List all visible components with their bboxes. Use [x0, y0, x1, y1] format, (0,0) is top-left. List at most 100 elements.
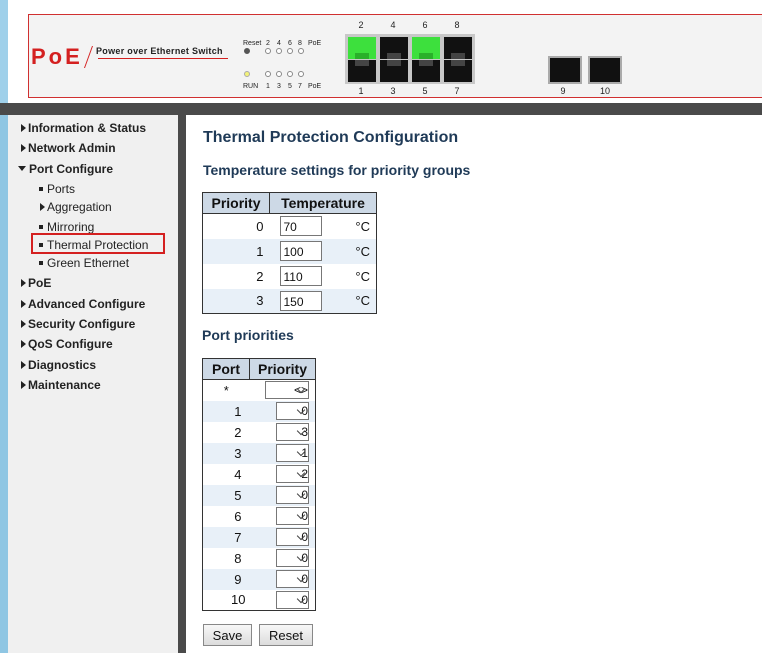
caret-right-icon: [21, 143, 26, 152]
reset-button[interactable]: Reset: [259, 624, 313, 646]
table-row: 3 150 °C: [202, 288, 377, 314]
logo-underline: [98, 58, 228, 59]
port-led-icon: [298, 71, 304, 77]
table-row: * <>: [203, 380, 316, 401]
sidebar-item-green-ethernet[interactable]: Green Ethernet: [39, 256, 129, 270]
sidebar-item-poe[interactable]: PoE: [21, 276, 51, 290]
priority-select-port-8[interactable]: 0: [276, 549, 309, 567]
ethernet-port-2-icon[interactable]: [348, 37, 376, 59]
port-cell: 8: [234, 550, 242, 566]
ethernet-port-3-icon[interactable]: [380, 60, 408, 82]
priority-select-port-2[interactable]: 3: [276, 423, 309, 441]
port-cell: 7: [202, 526, 250, 548]
led-label: 3: [277, 83, 281, 90]
port-label: 6: [422, 20, 428, 30]
column-header-temperature: Temperature: [269, 192, 377, 214]
led-label-reset: Reset: [243, 40, 262, 47]
port-led-icon: [265, 48, 271, 54]
top-divider-bar: [0, 103, 762, 115]
sidebar-item-maintenance[interactable]: Maintenance: [21, 378, 101, 392]
sidebar-item-port-configure[interactable]: Port Configure: [18, 162, 113, 176]
sfp-port-label: 10: [599, 86, 610, 96]
priority-cell: 1: [202, 238, 270, 264]
sidebar-item-label: Maintenance: [28, 378, 101, 392]
sidebar-item-network-admin[interactable]: Network Admin: [21, 141, 116, 155]
port-label: 1: [358, 86, 364, 96]
sidebar-item-information-status[interactable]: Information & Status: [21, 121, 146, 135]
sidebar-item-label: QoS Configure: [28, 337, 113, 351]
priority-select-all[interactable]: <>: [265, 381, 309, 400]
port-label: 2: [358, 20, 364, 30]
caret-right-icon: [21, 380, 26, 389]
caret-right-icon: [40, 202, 45, 211]
sidebar-item-label: Security Configure: [28, 317, 136, 331]
port-led-icon: [287, 71, 293, 77]
sidebar-item-label: Network Admin: [28, 141, 116, 155]
priority-select-port-7[interactable]: 0: [276, 528, 309, 546]
port-cell: 6: [234, 508, 242, 524]
sidebar-item-diagnostics[interactable]: Diagnostics: [21, 358, 96, 372]
temperature-input-3[interactable]: 150: [279, 290, 322, 311]
led-label-run: RUN: [243, 83, 259, 90]
column-header-port: Port: [202, 358, 250, 380]
sidebar-item-security-configure[interactable]: Security Configure: [21, 317, 135, 331]
ethernet-port-5-icon[interactable]: [412, 60, 440, 82]
reset-led-icon: [244, 48, 250, 54]
unit-label: °C: [355, 268, 370, 284]
table-row: 2 110 °C: [203, 264, 377, 289]
bullet-icon: [39, 224, 43, 229]
ethernet-port-1-icon[interactable]: [348, 60, 376, 82]
priority-select-port-1[interactable]: 0: [276, 402, 309, 420]
selected-highlight-box: [31, 233, 165, 254]
poe-logo: PoE: [31, 44, 83, 69]
priority-select-port-9[interactable]: 0: [276, 570, 309, 588]
ethernet-port-6-icon[interactable]: [412, 37, 440, 59]
sidebar-item-advanced-configure[interactable]: Advanced Configure: [21, 297, 145, 311]
run-led-icon: [244, 71, 250, 77]
port-label: 4: [390, 20, 396, 30]
table-row: 4 2: [203, 464, 316, 485]
unit-label: °C: [331, 238, 377, 264]
port-cell: 4: [234, 466, 242, 482]
priority-select-port-4[interactable]: 2: [276, 465, 309, 483]
priority-select-port-5[interactable]: 0: [276, 486, 309, 504]
bullet-icon: [39, 260, 43, 265]
port-led-icon: [276, 48, 282, 54]
table-row: 1 100 °C: [202, 238, 377, 264]
ethernet-port-8-icon[interactable]: [444, 37, 472, 59]
led-label: 7: [298, 83, 302, 90]
temperature-input-2[interactable]: 110: [279, 266, 322, 286]
table-row: 6 0: [203, 506, 316, 527]
priority-select-port-6[interactable]: 0: [276, 507, 309, 525]
priority-select-port-10[interactable]: 0: [276, 590, 309, 609]
table-row: 5 0: [202, 484, 316, 506]
sidebar-divider: [178, 115, 186, 653]
sidebar-item-qos-configure[interactable]: QoS Configure: [21, 337, 113, 351]
temperature-input-1[interactable]: 100: [279, 241, 322, 261]
column-header-priority: Priority: [249, 358, 316, 380]
sidebar-item-aggregation[interactable]: Aggregation: [40, 200, 112, 214]
port-label: 3: [390, 86, 396, 96]
sfp-port-9-icon[interactable]: [548, 56, 582, 84]
ethernet-port-4-icon[interactable]: [380, 37, 408, 59]
save-button[interactable]: Save: [203, 624, 252, 646]
ethernet-port-7-icon[interactable]: [444, 60, 472, 82]
port-label: 8: [454, 20, 460, 30]
port-cell: *: [223, 382, 229, 398]
caret-right-icon: [21, 299, 26, 308]
temperature-input-0[interactable]: 70: [279, 216, 322, 237]
caret-right-icon: [21, 339, 26, 348]
sidebar-item-ports[interactable]: Ports: [39, 182, 75, 196]
port-cell: 10: [231, 592, 246, 608]
sfp-port-10-icon[interactable]: [588, 56, 622, 84]
port-cell: 1: [202, 400, 250, 422]
sidebar-item-label: Diagnostics: [28, 358, 97, 372]
caret-right-icon: [21, 123, 26, 132]
priority-select-port-3[interactable]: 1: [276, 444, 309, 462]
port-led-icon: [287, 48, 293, 54]
sidebar-item-mirroring[interactable]: Mirroring: [39, 220, 94, 234]
table-row: 7 0: [202, 526, 316, 548]
unit-label: °C: [331, 288, 377, 314]
led-label: 8: [298, 40, 302, 47]
bullet-icon: [39, 186, 43, 191]
